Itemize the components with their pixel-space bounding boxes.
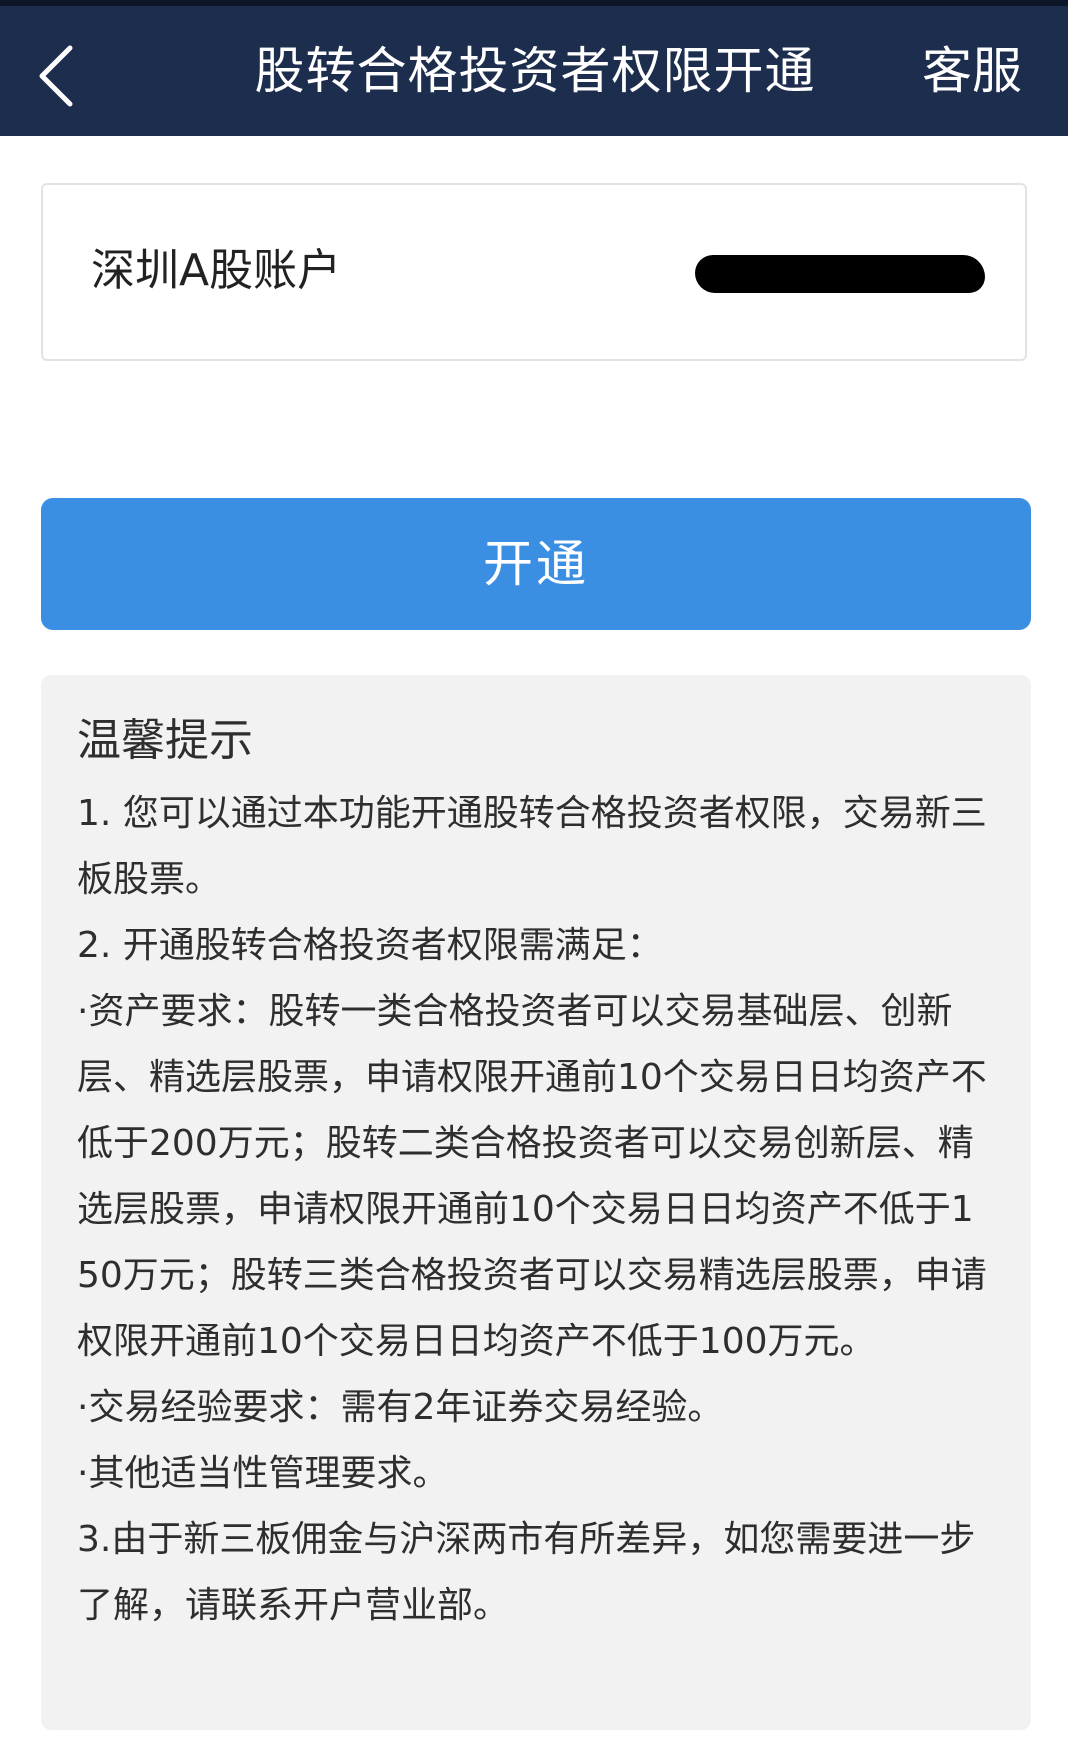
chevron-left-icon: [39, 45, 73, 107]
tips-title: 温馨提示: [77, 715, 253, 766]
back-button[interactable]: [34, 36, 94, 116]
tips-panel: 温馨提示 1. 您可以通过本功能开通股转合格投资者权限，交易新三板股票。 2. …: [41, 675, 1031, 1730]
account-card: 深圳A股账户: [41, 183, 1027, 361]
open-button[interactable]: 开通: [41, 498, 1031, 630]
tips-other-requirement: ·其他适当性管理要求。: [77, 1453, 449, 1494]
tips-asset-requirement: ·资产要求：股转一类合格投资者可以交易基础层、创新层、精选层股票，申请权限开通前…: [77, 991, 987, 1362]
tips-line-3: 3.由于新三板佣金与沪深两市有所差异，如您需要进一步了解，请联系开户营业部。: [77, 1519, 976, 1626]
page-title: 股转合格投资者权限开通: [254, 42, 816, 100]
tips-line-1: 1. 您可以通过本功能开通股转合格投资者权限，交易新三板股票。: [77, 793, 987, 900]
account-number-redacted: [695, 255, 985, 293]
customer-service-button[interactable]: 客服: [922, 36, 1022, 106]
tips-experience-requirement: ·交易经验要求：需有2年证券交易经验。: [77, 1387, 724, 1428]
account-label: 深圳A股账户: [91, 245, 342, 296]
tips-line-2: 2. 开通股转合格投资者权限需满足：: [77, 925, 663, 966]
nav-header: 股转合格投资者权限开通 客服: [0, 6, 1068, 136]
